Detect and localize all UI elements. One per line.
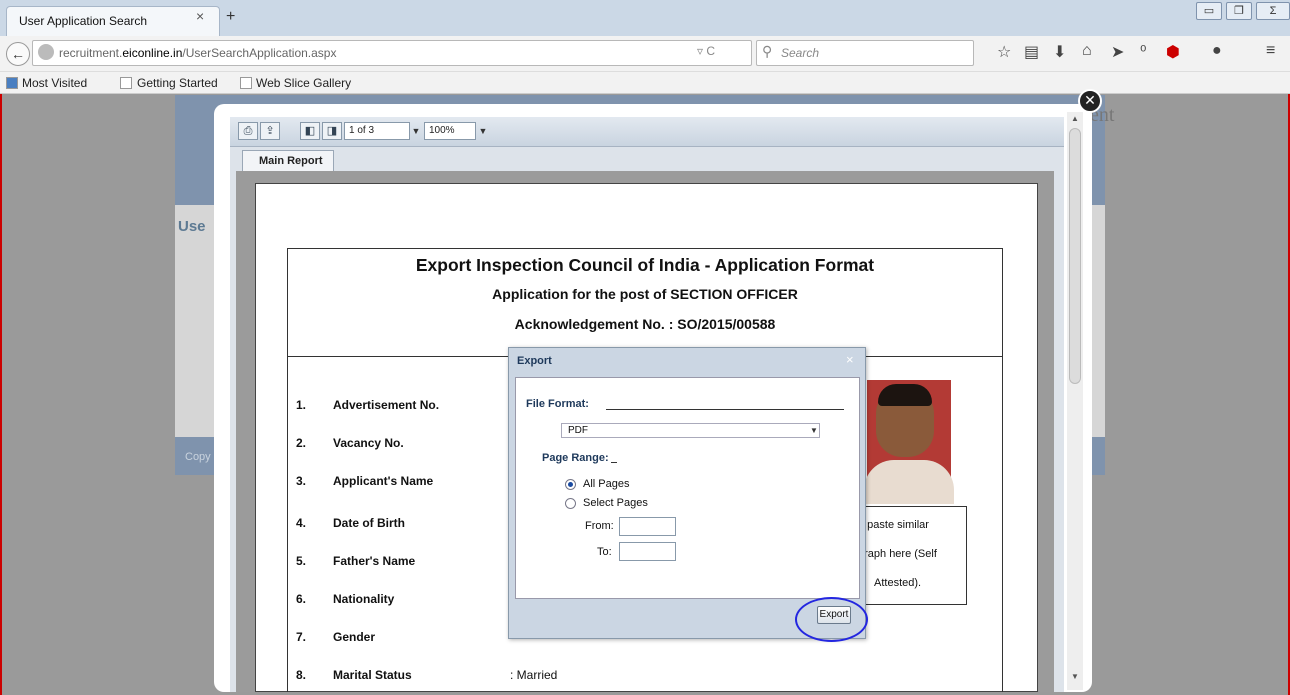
bookmark-getting-started[interactable]: Getting Started: [137, 76, 218, 90]
reload-icon[interactable]: ▿ C: [697, 44, 715, 58]
file-format-select[interactable]: PDF: [561, 423, 820, 438]
chevron-down-icon[interactable]: ▼: [808, 423, 820, 438]
field-number: 2.: [296, 436, 307, 450]
photo-shirt: [864, 460, 954, 504]
report-border-left: [287, 357, 288, 692]
all-pages-radio[interactable]: [565, 479, 576, 490]
report-tabstrip: [230, 147, 1064, 171]
scroll-down-icon[interactable]: ▼: [1071, 672, 1079, 681]
scrollbar-thumb[interactable]: [1069, 128, 1081, 384]
report-title: Export Inspection Council of India - App…: [415, 255, 875, 275]
print-icon[interactable]: ⎙: [238, 122, 258, 140]
globe-icon: [38, 44, 54, 60]
chat-icon[interactable]: ●: [1212, 42, 1222, 60]
bookmark-star-icon[interactable]: ☆: [997, 42, 1011, 62]
dialog-close-icon[interactable]: ×: [846, 352, 854, 367]
field-number: 8.: [296, 668, 307, 682]
first-page-icon[interactable]: ◧: [300, 122, 320, 140]
field-label-vacancy: Vacancy No.: [333, 436, 404, 450]
photo-note-line: e paste similar: [858, 519, 929, 531]
field-label-gender: Gender: [333, 630, 376, 644]
address-bar[interactable]: recruitment.eiconline.in/UserSearchAppli…: [32, 40, 752, 66]
all-pages-label[interactable]: All Pages: [583, 478, 629, 490]
page-selector[interactable]: 1 of 3: [344, 122, 410, 140]
bookmark-most-visited[interactable]: Most Visited: [22, 76, 87, 90]
most-visited-icon: [6, 77, 18, 89]
adblock-icon[interactable]: ⬢: [1166, 42, 1180, 62]
close-window-icon[interactable]: Σ: [1256, 2, 1290, 20]
menu-icon[interactable]: ≡: [1266, 42, 1275, 60]
background-section-title: Use: [178, 218, 206, 235]
restore-icon[interactable]: ❐: [1226, 2, 1252, 20]
field-value-marital-status: : Married: [510, 668, 558, 682]
to-page-input[interactable]: [619, 542, 676, 561]
field-label-date-of-birth: Date of Birth: [333, 516, 405, 530]
field-number: 3.: [296, 474, 307, 488]
photo-note-line: Attested).: [874, 577, 922, 589]
search-input[interactable]: Search: [756, 40, 974, 66]
minimize-icon[interactable]: ▭: [1196, 2, 1222, 20]
field-number: 7.: [296, 630, 307, 644]
photo-instruction-box: e paste similar graph here (Self Atteste…: [857, 506, 967, 605]
home-icon[interactable]: ⌂: [1082, 42, 1092, 60]
url-prefix: recruitment.: [59, 46, 123, 60]
to-label: To:: [597, 546, 612, 558]
export-icon[interactable]: ⇪: [260, 122, 280, 140]
extension-icon[interactable]: ⁰: [1140, 42, 1146, 62]
url-domain: eiconline.in: [122, 46, 183, 60]
tab-main-report[interactable]: Main Report: [242, 150, 334, 172]
url-path: /UserSearchApplication.aspx: [182, 46, 337, 60]
download-icon[interactable]: ⬇: [1053, 42, 1066, 62]
page-dropdown-icon[interactable]: ▼: [410, 122, 422, 140]
field-label-marital-status: Marital Status: [333, 668, 412, 682]
export-dialog-title: Export: [517, 355, 552, 367]
browser-tab[interactable]: User Application Search: [6, 6, 220, 36]
reading-list-icon[interactable]: ▤: [1024, 42, 1039, 62]
report-border-right: [1002, 357, 1003, 692]
field-number: 5.: [296, 554, 307, 568]
acknowledgement-number: Acknowledgement No. : SO/2015/00588: [514, 316, 776, 332]
file-format-underline: [606, 409, 844, 410]
select-pages-label[interactable]: Select Pages: [583, 497, 648, 509]
field-number: 6.: [296, 592, 307, 606]
scroll-up-icon[interactable]: ▲: [1071, 114, 1079, 123]
field-number: 4.: [296, 516, 307, 530]
field-label-advertisement: Advertisement No.: [333, 398, 440, 412]
field-label-fathers-name: Father's Name: [333, 554, 416, 568]
back-arrow-icon[interactable]: ←: [6, 42, 30, 66]
zoom-selector[interactable]: 100%: [424, 122, 476, 140]
getting-started-icon: [120, 77, 132, 89]
zoom-dropdown-icon[interactable]: ▼: [477, 122, 489, 140]
page-range-underline: [611, 462, 617, 463]
field-label-applicant-name: Applicant's Name: [333, 474, 434, 488]
share-icon[interactable]: ➤: [1111, 42, 1124, 62]
photo-note-line: graph here (Self: [858, 548, 937, 560]
from-page-input[interactable]: [619, 517, 676, 536]
file-format-label: File Format:: [526, 398, 589, 410]
report-subtitle: Application for the post of SECTION OFFI…: [492, 286, 798, 302]
bookmark-web-slice-gallery[interactable]: Web Slice Gallery: [256, 76, 351, 90]
from-label: From:: [585, 520, 614, 532]
modal-close-icon[interactable]: ✕: [1078, 89, 1102, 113]
page-border-left: [0, 94, 2, 695]
web-slice-icon: [240, 77, 252, 89]
field-label-nationality: Nationality: [333, 592, 395, 606]
search-icon: ⚲: [762, 43, 773, 59]
highlight-circle: [795, 597, 868, 642]
select-pages-radio[interactable]: [565, 498, 576, 509]
new-tab-button[interactable]: +: [226, 8, 235, 26]
photo-hair: [878, 384, 932, 406]
field-number: 1.: [296, 398, 307, 412]
tab-title: User Application Search: [19, 14, 148, 28]
previous-page-icon[interactable]: ◨: [322, 122, 342, 140]
tab-close-icon[interactable]: ×: [196, 8, 204, 24]
page-range-label: Page Range:: [542, 452, 609, 464]
